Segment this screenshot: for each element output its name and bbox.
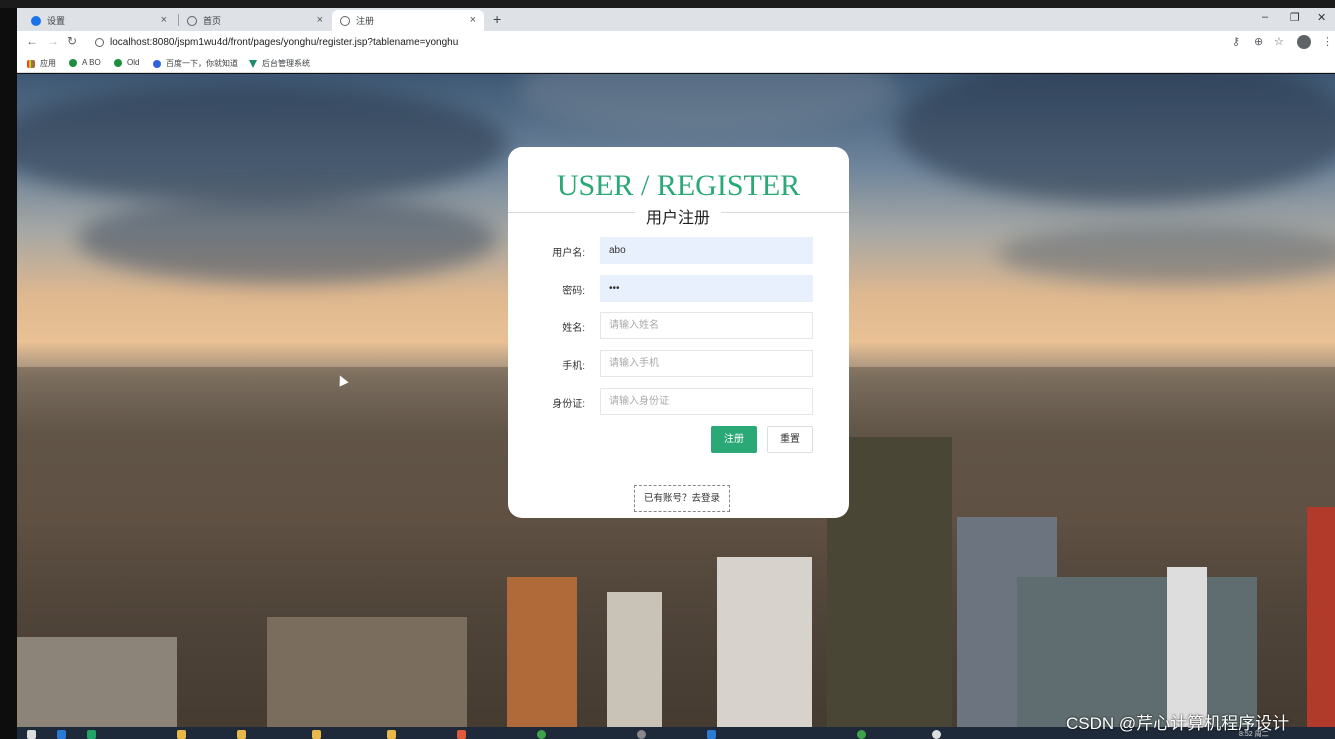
- browser-tab-strip: 设置 × 首页 × 注册 × + – ❐ ✕: [17, 8, 1335, 31]
- screen: 设置 × 首页 × 注册 × + – ❐ ✕ ← → ↻ localhost:8…: [0, 0, 1335, 739]
- idcard-label: 身份证:: [552, 399, 585, 410]
- taskbar-app-icon[interactable]: [707, 729, 720, 739]
- bookmark-label: A BO: [82, 58, 101, 67]
- register-page: USER / REGISTER 用户注册 用户名: abo 密码: ••• 姓名…: [17, 74, 1335, 727]
- name-input[interactable]: 请输入姓名: [600, 312, 813, 339]
- forward-icon[interactable]: →: [47, 34, 59, 48]
- globe-icon: [187, 15, 197, 26]
- taskbar-app-icon[interactable]: [637, 729, 650, 739]
- tab-label: 注册: [356, 16, 375, 26]
- bookmark-old[interactable]: Old: [114, 58, 139, 67]
- password-input[interactable]: •••: [600, 275, 813, 302]
- tab-label: 设置: [47, 16, 66, 26]
- bookmark-baidu[interactable]: 百度一下，你就知道: [153, 58, 238, 69]
- window-close-icon[interactable]: ✕: [1317, 11, 1326, 24]
- new-tab-icon[interactable]: +: [493, 11, 501, 27]
- bookmark-apps[interactable]: 应用: [27, 58, 56, 69]
- taskbar-app-icon[interactable]: [57, 729, 70, 739]
- top-edge: [0, 0, 1335, 8]
- profile-avatar-icon[interactable]: [1297, 35, 1311, 49]
- form-row-username: 用户名: abo: [508, 237, 849, 265]
- form-row-password: 密码: •••: [508, 275, 849, 303]
- taskbar-app-icon[interactable]: [932, 729, 945, 739]
- phone-input[interactable]: 请输入手机: [600, 350, 813, 377]
- reset-button[interactable]: 重置: [767, 426, 813, 453]
- taskbar-app-icon[interactable]: [537, 729, 550, 739]
- register-button[interactable]: 注册: [711, 426, 757, 453]
- back-icon[interactable]: ←: [26, 34, 38, 48]
- name-label: 姓名:: [562, 323, 585, 334]
- go-login-link[interactable]: 已有账号？去登录: [634, 485, 730, 512]
- phone-label: 手机:: [562, 361, 585, 372]
- close-icon[interactable]: ×: [470, 14, 476, 26]
- bookmark-label: Old: [127, 58, 140, 67]
- menu-dots-icon[interactable]: ⋮: [1322, 35, 1333, 48]
- globe-icon: [340, 15, 350, 26]
- star-icon[interactable]: ☆: [1274, 35, 1284, 48]
- bookmark-abo[interactable]: A BO: [69, 58, 101, 67]
- password-label: 密码:: [562, 286, 585, 297]
- csdn-watermark: CSDN @芹心计算机程序设计: [1066, 714, 1290, 733]
- bookmark-label: 应用: [40, 59, 56, 68]
- info-icon: [95, 37, 104, 47]
- baidu-paw-icon: [153, 59, 161, 68]
- close-icon[interactable]: ×: [161, 14, 167, 26]
- idcard-input[interactable]: 请输入身份证: [600, 388, 813, 415]
- bookmark-icon: [114, 58, 122, 67]
- taskbar-app-icon[interactable]: [387, 729, 400, 739]
- vue-logo-icon: [249, 59, 257, 68]
- card-title: USER / REGISTER: [556, 169, 801, 202]
- form-row-name: 姓名: 请输入姓名: [508, 312, 849, 340]
- tab-home[interactable]: 首页 ×: [179, 10, 331, 31]
- left-edge: [0, 8, 17, 739]
- gear-icon: [31, 15, 41, 26]
- taskbar-app-icon[interactable]: [177, 729, 190, 739]
- register-card: USER / REGISTER 用户注册 用户名: abo 密码: ••• 姓名…: [508, 147, 849, 518]
- key-icon[interactable]: ⚷: [1232, 35, 1240, 48]
- bookmark-label: 百度一下，你就知道: [166, 59, 238, 68]
- tab-register[interactable]: 注册 ×: [332, 10, 484, 31]
- username-input[interactable]: abo: [600, 237, 813, 264]
- url-field[interactable]: localhost:8080/jspm1wu4d/front/pages/yon…: [89, 33, 1219, 51]
- taskbar-app-icon[interactable]: [237, 729, 250, 739]
- username-label: 用户名:: [552, 248, 585, 259]
- tab-settings[interactable]: 设置 ×: [23, 10, 175, 31]
- reload-icon[interactable]: ↻: [67, 34, 77, 48]
- bookmarks-bar: 应用 A BO Old 百度一下，你就知道 后台管理系统: [17, 53, 1335, 73]
- taskbar-app-icon[interactable]: [312, 729, 325, 739]
- windows-start-icon[interactable]: [27, 729, 40, 739]
- taskbar-app-icon[interactable]: [87, 729, 100, 739]
- close-icon[interactable]: ×: [317, 14, 323, 26]
- card-subtitle: 用户注册: [635, 204, 721, 228]
- form-row-idcard: 身份证: 请输入身份证: [508, 388, 849, 416]
- address-bar-row: ← → ↻ localhost:8080/jspm1wu4d/front/pag…: [17, 31, 1335, 53]
- taskbar-app-icon[interactable]: [457, 729, 470, 739]
- zoom-icon[interactable]: ⊕: [1254, 35, 1263, 48]
- url-text: localhost:8080/jspm1wu4d/front/pages/yon…: [110, 36, 459, 48]
- restore-icon[interactable]: ❐: [1290, 11, 1300, 24]
- form-row-phone: 手机: 请输入手机: [508, 350, 849, 378]
- bookmark-admin[interactable]: 后台管理系统: [249, 58, 310, 69]
- bookmark-label: 后台管理系统: [262, 59, 310, 68]
- bookmark-icon: [69, 58, 77, 67]
- minimize-icon[interactable]: –: [1262, 11, 1268, 23]
- apps-grid-icon: [27, 59, 35, 68]
- taskbar-app-icon[interactable]: [857, 729, 870, 739]
- tab-label: 首页: [203, 16, 222, 26]
